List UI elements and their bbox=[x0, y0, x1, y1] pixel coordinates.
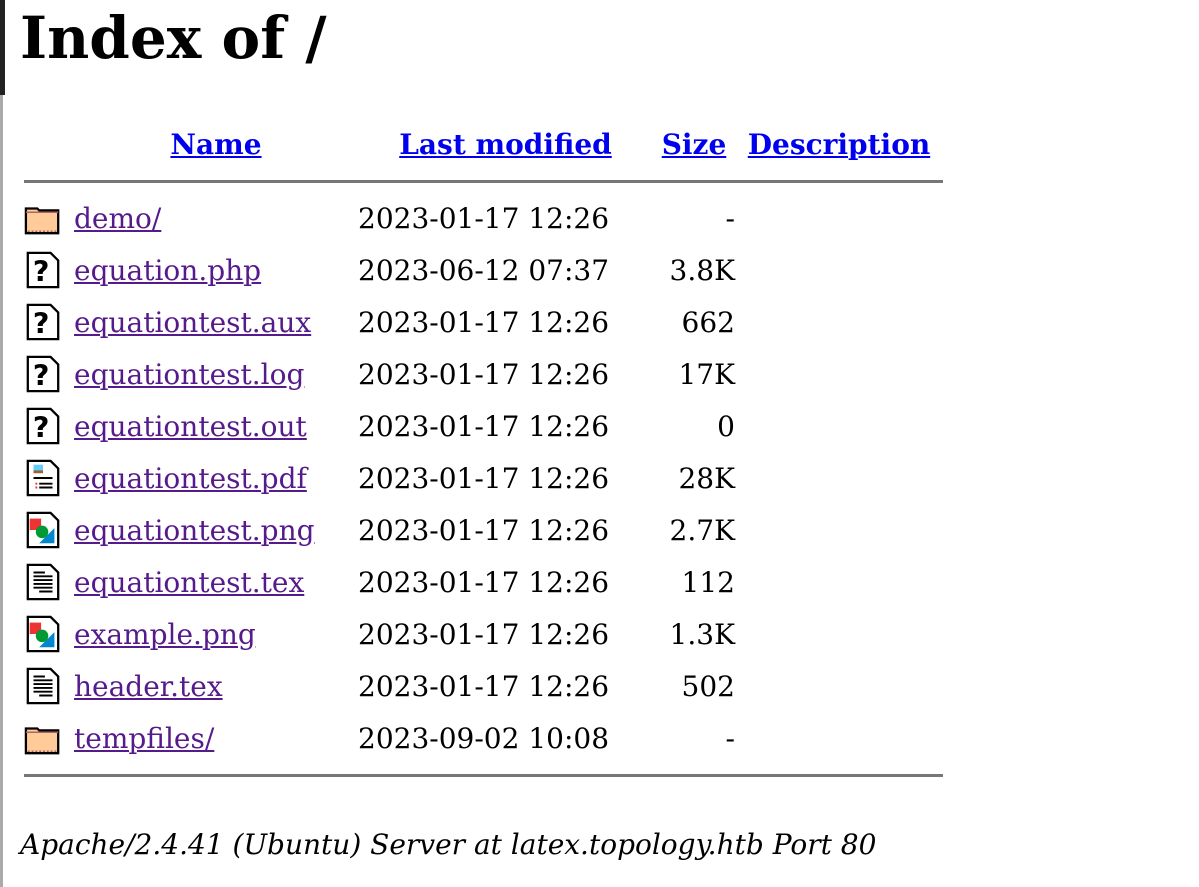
last-modified: 2023-01-17 12:26 bbox=[358, 617, 610, 651]
description bbox=[735, 452, 943, 504]
divider-row bbox=[24, 764, 943, 786]
last-modified: 2023-01-17 12:26 bbox=[358, 201, 610, 235]
last-modified: 2023-01-17 12:26 bbox=[358, 357, 610, 391]
file-link[interactable]: header.tex bbox=[74, 670, 223, 703]
table-row: header.tex 2023-01-17 12:26 502 bbox=[24, 660, 943, 712]
file-link[interactable]: equationtest.out bbox=[74, 410, 307, 443]
divider bbox=[24, 773, 943, 777]
server-signature: Apache/2.4.41 (Ubuntu) Server at latex.t… bbox=[20, 828, 877, 861]
svg-text:?: ? bbox=[33, 255, 50, 288]
file-size: 1.3K bbox=[669, 617, 735, 651]
file-size: 0 bbox=[717, 409, 735, 443]
sort-by-last-modified-link[interactable]: Last modified bbox=[399, 128, 612, 161]
file-size: - bbox=[725, 201, 735, 235]
window-edge-line bbox=[0, 95, 3, 887]
unknown-icon: ? bbox=[24, 407, 62, 445]
file-size: 28K bbox=[678, 461, 735, 495]
table-row: equationtest.pdf 2023-01-17 12:26 28K bbox=[24, 452, 943, 504]
unknown-icon: ? bbox=[24, 251, 62, 289]
file-link[interactable]: equationtest.aux bbox=[74, 306, 311, 339]
description bbox=[735, 192, 943, 244]
folder-icon bbox=[24, 199, 62, 237]
table-row: equationtest.png 2023-01-17 12:26 2.7K bbox=[24, 504, 943, 556]
file-size: 17K bbox=[678, 357, 735, 391]
description bbox=[735, 244, 943, 296]
layout-icon bbox=[24, 459, 62, 497]
table-row: ? equationtest.log 2023-01-17 12:26 17K bbox=[24, 348, 943, 400]
sort-by-description-link[interactable]: Description bbox=[748, 128, 930, 161]
description bbox=[735, 556, 943, 608]
last-modified: 2023-01-17 12:26 bbox=[358, 565, 610, 599]
table-row: demo/ 2023-01-17 12:26 - bbox=[24, 192, 943, 244]
window-edge bbox=[0, 0, 5, 95]
file-link[interactable]: equationtest.png bbox=[74, 514, 315, 547]
unknown-icon: ? bbox=[24, 303, 62, 341]
table-row: equationtest.tex 2023-01-17 12:26 112 bbox=[24, 556, 943, 608]
file-link[interactable]: equationtest.pdf bbox=[74, 462, 307, 495]
last-modified: 2023-01-17 12:26 bbox=[358, 409, 610, 443]
file-link[interactable]: tempfiles/ bbox=[74, 722, 214, 755]
table-header-row: Name Last modified Size Description bbox=[24, 118, 943, 170]
file-size: 2.7K bbox=[669, 513, 735, 547]
file-link[interactable]: example.png bbox=[74, 618, 256, 651]
description bbox=[735, 400, 943, 452]
last-modified: 2023-09-02 10:08 bbox=[358, 721, 610, 755]
last-modified: 2023-01-17 12:26 bbox=[358, 513, 610, 547]
table-row: tempfiles/ 2023-09-02 10:08 - bbox=[24, 712, 943, 764]
last-modified: 2023-01-17 12:26 bbox=[358, 669, 610, 703]
description bbox=[735, 348, 943, 400]
file-link[interactable]: equation.php bbox=[74, 254, 261, 287]
image-icon bbox=[24, 615, 62, 653]
description bbox=[735, 608, 943, 660]
file-size: 112 bbox=[681, 565, 735, 599]
file-link[interactable]: demo/ bbox=[74, 202, 161, 235]
file-listing-table: Name Last modified Size Description demo… bbox=[24, 118, 943, 786]
last-modified: 2023-06-12 07:37 bbox=[358, 253, 610, 287]
table-row: example.png 2023-01-17 12:26 1.3K bbox=[24, 608, 943, 660]
folder-icon bbox=[24, 719, 62, 757]
icon-header bbox=[24, 118, 74, 170]
text-icon bbox=[24, 667, 62, 705]
svg-text:?: ? bbox=[33, 411, 50, 444]
file-size: 502 bbox=[681, 669, 735, 703]
unknown-icon: ? bbox=[24, 355, 62, 393]
file-size: - bbox=[725, 721, 735, 755]
divider-row bbox=[24, 170, 943, 192]
description bbox=[735, 712, 943, 764]
description bbox=[735, 296, 943, 348]
file-size: 3.8K bbox=[669, 253, 735, 287]
file-link[interactable]: equationtest.tex bbox=[74, 566, 304, 599]
sort-by-size-link[interactable]: Size bbox=[662, 128, 727, 161]
sort-by-name-link[interactable]: Name bbox=[170, 128, 261, 161]
divider bbox=[24, 179, 943, 183]
last-modified: 2023-01-17 12:26 bbox=[358, 461, 610, 495]
file-link[interactable]: equationtest.log bbox=[74, 358, 304, 391]
table-row: ? equationtest.out 2023-01-17 12:26 0 bbox=[24, 400, 943, 452]
svg-text:?: ? bbox=[33, 307, 50, 340]
svg-text:?: ? bbox=[33, 359, 50, 392]
description bbox=[735, 660, 943, 712]
last-modified: 2023-01-17 12:26 bbox=[358, 305, 610, 339]
text-icon bbox=[24, 563, 62, 601]
image-icon bbox=[24, 511, 62, 549]
file-size: 662 bbox=[681, 305, 735, 339]
table-row: ? equation.php 2023-06-12 07:37 3.8K bbox=[24, 244, 943, 296]
page-title: Index of / bbox=[20, 4, 327, 72]
description bbox=[735, 504, 943, 556]
table-row: ? equationtest.aux 2023-01-17 12:26 662 bbox=[24, 296, 943, 348]
